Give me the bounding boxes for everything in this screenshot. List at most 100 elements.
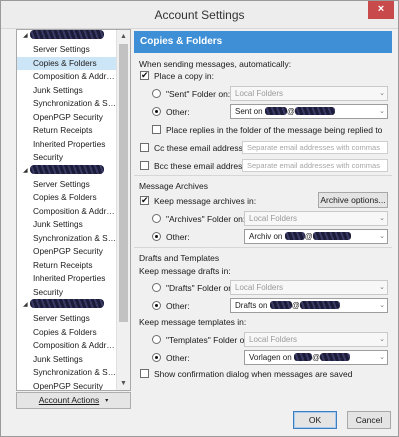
chevron-down-icon: ⌄	[379, 284, 385, 291]
sidebar-item-composition-addres[interactable]: Composition & Addres...	[17, 205, 117, 219]
chevron-down-icon: ▾	[105, 398, 109, 404]
divider	[134, 247, 392, 248]
sidebar-item-composition-addres[interactable]: Composition & Addres...	[17, 339, 117, 353]
scrollbar-thumb[interactable]	[119, 44, 128, 322]
archives-other-prefix: Archiv on	[249, 232, 283, 241]
archives-folder-select[interactable]: Local Folders ⌄	[244, 211, 388, 226]
sidebar-item-copies-folders[interactable]: Copies & Folders	[17, 191, 117, 205]
ok-button[interactable]: OK	[293, 411, 337, 429]
chevron-down-icon: ⌄	[379, 354, 385, 361]
sidebar-item-security[interactable]: Security	[17, 151, 117, 165]
sidebar-item-synchronization-stor[interactable]: Synchronization & Stor...	[17, 366, 117, 380]
archives-folder-label: "Archives" Folder on:	[166, 214, 246, 224]
account-settings-window: Account Settings × ◢ Server Settings Copie…	[0, 0, 399, 437]
redacted-text	[312, 232, 351, 240]
expand-triangle-icon[interactable]: ◢	[23, 301, 30, 308]
archives-other-at: @	[304, 232, 313, 241]
drafts-other-select[interactable]: Drafts on @ ⌄	[230, 298, 388, 313]
expand-triangle-icon[interactable]: ◢	[23, 167, 30, 174]
redacted-text	[299, 301, 340, 309]
sidebar-item-copies-folders[interactable]: Copies & Folders	[17, 326, 117, 340]
templates-folder-label: "Templates" Folder on:	[166, 335, 252, 345]
redacted-text	[293, 353, 312, 361]
templates-other-select[interactable]: Vorlagen on @ ⌄	[244, 350, 388, 365]
sent-folder-select-value: Local Folders	[235, 89, 284, 98]
templates-folder-select[interactable]: Local Folders ⌄	[244, 332, 388, 347]
sidebar-item-synchronization-stor[interactable]: Synchronization & Stor...	[17, 97, 117, 111]
sending-section-title: When sending messages, automatically:	[139, 59, 292, 69]
check-icon: ✔	[141, 195, 149, 205]
sidebar-scrollbar[interactable]: ▲ ▼	[116, 30, 130, 390]
title-bar: Account Settings ×	[1, 1, 398, 29]
sidebar-item-junk-settings[interactable]: Junk Settings	[17, 218, 117, 232]
sent-other-radio[interactable]	[152, 107, 161, 116]
redacted-text	[269, 301, 292, 309]
sidebar-item-inherited-properties[interactable]: Inherited Properties	[17, 138, 117, 152]
place-copy-checkbox[interactable]: ✔	[140, 70, 149, 80]
drafts-folder-select[interactable]: Local Folders ⌄	[230, 280, 388, 295]
window-title: Account Settings	[154, 8, 245, 22]
copies-folders-panel: Copies & Folders When sending messages, …	[134, 29, 392, 409]
templates-folder-radio[interactable]	[152, 335, 161, 344]
account-header[interactable]: ◢	[17, 30, 117, 43]
chevron-down-icon: ⌄	[379, 108, 385, 115]
close-button[interactable]: ×	[368, 1, 394, 19]
redacted-text	[284, 232, 305, 240]
account-actions-button[interactable]: Account Actions ▾	[16, 392, 131, 409]
divider	[134, 175, 392, 176]
sidebar-item-server-settings[interactable]: Server Settings	[17, 312, 117, 326]
archives-other-select[interactable]: Archiv on @ ⌄	[244, 229, 388, 244]
sidebar-item-composition-addres[interactable]: Composition & Addres...	[17, 70, 117, 84]
redacted-text	[320, 353, 351, 361]
scroll-up-arrow-icon[interactable]: ▲	[117, 30, 130, 43]
cc-addresses-input[interactable]: Separate email addresses with commas	[242, 141, 388, 154]
sidebar-item-junk-settings[interactable]: Junk Settings	[17, 353, 117, 367]
sidebar-item-junk-settings[interactable]: Junk Settings	[17, 84, 117, 98]
sidebar-item-synchronization-stor[interactable]: Synchronization & Stor...	[17, 232, 117, 246]
archives-other-radio[interactable]	[152, 232, 161, 241]
account-header[interactable]: ◢	[17, 299, 117, 312]
sent-folder-label: "Sent" Folder on:	[166, 89, 231, 99]
bcc-checkbox[interactable]	[140, 161, 149, 170]
account-tree-list: ◢ Server Settings Copies & Folders Composit…	[17, 30, 117, 390]
sidebar-item-return-receipts[interactable]: Return Receipts	[17, 124, 117, 138]
panel-header: Copies & Folders	[134, 31, 392, 53]
sent-other-select[interactable]: Sent on @ ⌄	[230, 104, 388, 119]
templates-other-at: @	[311, 353, 321, 362]
sidebar-item-copies-folders[interactable]: Copies & Folders	[17, 56, 117, 70]
chevron-down-icon: ⌄	[379, 336, 385, 343]
account-tree: ◢ Server Settings Copies & Folders Composit…	[16, 29, 131, 391]
sidebar-item-server-settings[interactable]: Server Settings	[17, 43, 117, 57]
keep-archives-label: Keep message archives in:	[154, 196, 257, 206]
templates-other-radio[interactable]	[152, 353, 161, 362]
bcc-addresses-input[interactable]: Separate email addresses with commas	[242, 159, 388, 172]
sent-other-at: @	[286, 107, 295, 116]
place-replies-checkbox[interactable]	[152, 125, 161, 134]
sidebar-item-openpgp-security[interactable]: OpenPGP Security	[17, 245, 117, 259]
cancel-button[interactable]: Cancel	[347, 411, 391, 429]
sidebar-item-server-settings[interactable]: Server Settings	[17, 178, 117, 192]
sent-folder-radio[interactable]	[152, 89, 161, 98]
archive-options-button[interactable]: Archive options...	[318, 192, 388, 208]
sidebar-item-openpgp-security[interactable]: OpenPGP Security	[17, 111, 117, 125]
sidebar-item-inherited-properties[interactable]: Inherited Properties	[17, 272, 117, 286]
drafts-other-label: Other:	[166, 301, 190, 311]
sidebar-item-return-receipts[interactable]: Return Receipts	[17, 259, 117, 273]
show-confirmation-checkbox[interactable]	[140, 369, 149, 378]
show-confirmation-label: Show confirmation dialog when messages a…	[154, 369, 353, 379]
keep-drafts-label: Keep message drafts in:	[139, 266, 231, 276]
drafts-other-radio[interactable]	[152, 301, 161, 310]
drafts-folder-select-value: Local Folders	[235, 283, 284, 292]
scroll-down-arrow-icon[interactable]: ▼	[117, 377, 130, 390]
sent-folder-select[interactable]: Local Folders ⌄	[230, 86, 388, 101]
drafts-templates-section-title: Drafts and Templates	[139, 253, 220, 263]
expand-triangle-icon[interactable]: ◢	[23, 32, 30, 39]
sidebar-item-security[interactable]: Security	[17, 286, 117, 300]
drafts-folder-radio[interactable]	[152, 283, 161, 292]
archives-folder-radio[interactable]	[152, 214, 161, 223]
keep-archives-checkbox[interactable]: ✔	[140, 195, 149, 205]
cc-checkbox[interactable]	[140, 143, 149, 152]
account-header[interactable]: ◢	[17, 164, 117, 178]
sidebar-item-openpgp-security[interactable]: OpenPGP Security	[17, 380, 117, 391]
redacted-text	[264, 107, 287, 115]
